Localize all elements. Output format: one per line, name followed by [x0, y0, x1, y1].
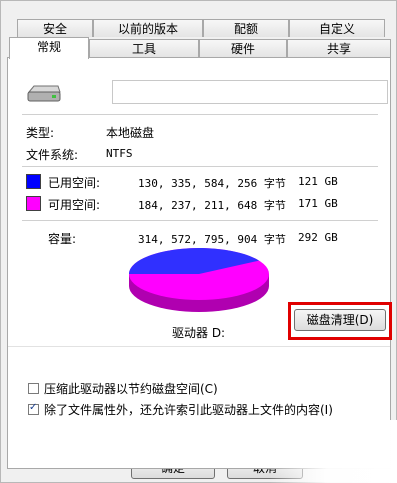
general-panel: 类型: 本地磁盘 文件系统: NTFS 已用空间: 130, 335, 584,…	[7, 57, 392, 469]
divider	[22, 114, 378, 115]
tab-general[interactable]: 常规	[9, 37, 89, 59]
divider	[22, 220, 378, 221]
disk-cleanup-button[interactable]: 磁盘清理(D)	[294, 309, 386, 331]
type-value: 本地磁盘	[106, 126, 155, 140]
tab-sharing[interactable]: 共享	[287, 39, 391, 57]
free-space-label: 可用空间:	[48, 198, 101, 212]
filesystem-label: 文件系统:	[26, 148, 79, 162]
tab-quota[interactable]: 配额	[203, 19, 289, 37]
tab-security[interactable]: 安全	[17, 19, 93, 37]
filesystem-value: NTFS	[106, 147, 133, 160]
divider	[22, 166, 378, 167]
capacity-bytes: 314, 572, 795, 904 字节	[138, 233, 286, 246]
used-space-size: 121 GB	[298, 175, 338, 188]
index-checkbox-label: 除了文件属性外，还允许索引此驱动器上文件的内容(I)	[44, 403, 333, 417]
type-label: 类型:	[26, 126, 55, 140]
used-space-label: 已用空间:	[48, 176, 101, 190]
tab-hardware[interactable]: 硬件	[199, 39, 287, 57]
capacity-size: 292 GB	[298, 231, 338, 244]
properties-dialog: 安全 以前的版本 配额 自定义 常规 工具 硬件 共享 类型: 本地磁盘 文件系…	[0, 0, 397, 483]
free-space-size: 171 GB	[298, 197, 338, 210]
tab-customize[interactable]: 自定义	[289, 19, 385, 37]
tab-tools[interactable]: 工具	[89, 39, 199, 57]
index-checkbox[interactable]	[28, 402, 39, 415]
drive-icon	[27, 85, 61, 102]
free-space-swatch	[26, 196, 41, 211]
free-space-bytes: 184, 237, 211, 648 字节	[138, 199, 286, 212]
disk-usage-pie	[129, 247, 269, 312]
compress-checkbox-label: 压缩此驱动器以节约磁盘空间(C)	[44, 382, 218, 396]
used-space-swatch	[26, 174, 41, 189]
volume-name-input[interactable]	[112, 80, 388, 104]
capacity-label: 容量:	[48, 232, 77, 246]
corner-fade	[270, 420, 397, 483]
drive-label: 驱动器 D:	[172, 326, 226, 340]
used-space-bytes: 130, 335, 584, 256 字节	[138, 177, 286, 190]
compress-checkbox[interactable]	[28, 383, 39, 394]
tab-previous-versions[interactable]: 以前的版本	[93, 19, 203, 37]
divider	[8, 346, 390, 347]
